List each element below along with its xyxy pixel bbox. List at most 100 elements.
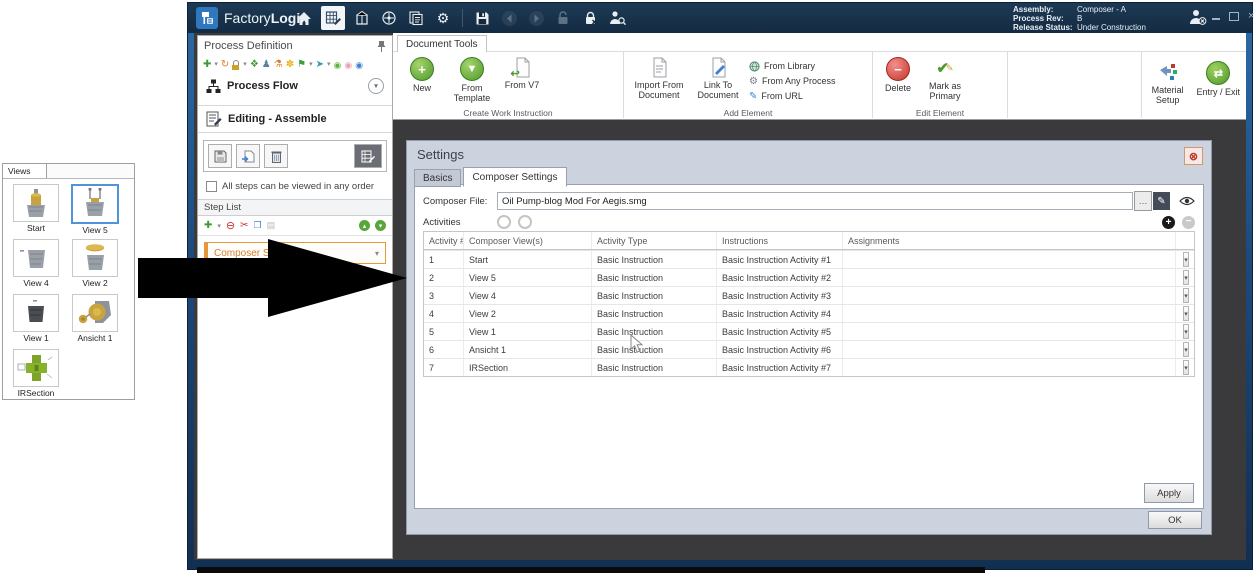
new-button[interactable]: + New <box>397 53 447 93</box>
table-row[interactable]: 1 Start Basic Instruction Basic Instruct… <box>424 250 1194 268</box>
view-thumbnail-view2[interactable]: View 2 <box>69 239 121 288</box>
documents-icon[interactable] <box>406 8 426 28</box>
col-activity-type[interactable]: Activity Type <box>592 232 717 249</box>
from-url-button[interactable]: ✎ From URL <box>749 90 841 103</box>
view-thumbnail-view1[interactable]: View 1 <box>10 294 62 343</box>
add-process-icon[interactable]: ✚ <box>203 60 211 70</box>
order-checkbox[interactable] <box>206 181 217 192</box>
user-search-icon[interactable] <box>607 8 627 28</box>
add-step-icon[interactable]: ✚ <box>204 220 212 231</box>
preview-file-button[interactable] <box>1179 196 1195 206</box>
status-green-icon[interactable]: ◉ <box>334 60 342 70</box>
tab-composer-settings[interactable]: Composer Settings <box>463 167 566 187</box>
flag-icon[interactable]: ⚑ <box>297 60 306 70</box>
edit-grid-icon <box>361 150 375 163</box>
delete-button[interactable]: − Delete <box>877 53 919 93</box>
view-thumbnail-ansicht1[interactable]: Ansicht 1 <box>69 294 121 343</box>
col-assignments[interactable]: Assignments <box>843 232 1176 249</box>
process-flow-item[interactable]: Process Flow ▾ <box>198 73 392 99</box>
table-row[interactable]: 2 View 5 Basic Instruction Basic Instruc… <box>424 268 1194 286</box>
view-thumbnail-view4[interactable]: View 4 <box>10 239 62 288</box>
user-logout-icon[interactable] <box>1188 8 1208 31</box>
view-thumbnail-irsection[interactable]: IRSection <box>10 349 62 398</box>
import-step-button[interactable] <box>236 144 260 168</box>
mark-as-primary-button[interactable]: ✔✎ Mark as Primary <box>919 53 971 101</box>
import-from-document-button[interactable]: Import From Document <box>628 53 690 100</box>
flower-icon[interactable]: ✽ <box>286 60 294 70</box>
close-button[interactable]: × <box>1248 11 1254 21</box>
expand-steps-icon[interactable]: ▾ <box>375 220 386 231</box>
browse-file-button[interactable]: … <box>1134 191 1152 211</box>
delete-step-button[interactable] <box>264 144 288 168</box>
save-icon[interactable] <box>472 8 492 28</box>
settings-gear-icon[interactable]: ⚙ <box>433 8 453 28</box>
col-activity-number[interactable]: Activity # <box>424 232 464 249</box>
editing-assemble-item[interactable]: Editing - Assemble <box>198 105 392 133</box>
operator-icon[interactable]: ♟ <box>262 60 271 70</box>
save-step-button[interactable] <box>208 144 232 168</box>
status-pink-icon[interactable]: ◉ <box>344 60 352 70</box>
assignments-dropdown-button[interactable]: ▾ <box>1183 324 1189 339</box>
remove-step-icon[interactable]: ⊖ <box>226 219 235 232</box>
production-icon[interactable] <box>352 8 372 28</box>
from-any-process-button[interactable]: ⚙ From Any Process <box>749 75 841 88</box>
forward-icon[interactable] <box>526 8 546 28</box>
apply-button[interactable]: Apply <box>1144 483 1194 503</box>
settings-close-button[interactable]: ⊗ <box>1184 147 1203 165</box>
puzzle-icon[interactable]: ❖ <box>250 60 259 70</box>
tab-views[interactable]: Views <box>3 164 47 178</box>
activity-move-down-icon[interactable] <box>518 215 532 229</box>
collapse-flow-icon[interactable]: ▾ <box>368 78 384 94</box>
paste-step-icon[interactable]: ▤ <box>267 220 276 231</box>
unlock-icon[interactable] <box>553 8 573 28</box>
cut-step-icon[interactable]: ✂ <box>240 220 248 231</box>
table-row[interactable]: 4 View 2 Basic Instruction Basic Instruc… <box>424 304 1194 322</box>
assignments-dropdown-button[interactable]: ▾ <box>1183 252 1189 267</box>
assignments-dropdown-button[interactable]: ▾ <box>1183 270 1189 285</box>
redo-icon[interactable]: ↻ <box>221 60 229 70</box>
assignments-dropdown-button[interactable]: ▾ <box>1183 306 1189 321</box>
group-label: Create Work Instruction <box>393 108 623 118</box>
route-icon[interactable]: ➤ <box>316 60 324 70</box>
edit-work-instruction-button[interactable] <box>354 144 382 168</box>
home-icon[interactable] <box>294 8 314 28</box>
tab-document-tools[interactable]: Document Tools <box>397 35 487 52</box>
ok-button[interactable]: OK <box>1148 511 1202 529</box>
cell-activity-number: 6 <box>424 341 464 358</box>
status-blue-icon[interactable]: ◉ <box>355 60 363 70</box>
table-row[interactable]: 7 IRSection Basic Instruction Basic Inst… <box>424 358 1194 376</box>
lock-icon[interactable] <box>232 60 240 70</box>
copy-step-icon[interactable]: ❐ <box>254 220 262 231</box>
collapse-steps-icon[interactable]: ▴ <box>359 220 370 231</box>
lock-close-icon[interactable] <box>580 8 600 28</box>
back-icon[interactable] <box>499 8 519 28</box>
table-row[interactable]: 3 View 4 Basic Instruction Basic Instruc… <box>424 286 1194 304</box>
link-to-document-button[interactable]: Link To Document <box>690 53 746 100</box>
add-activity-button[interactable]: + <box>1162 216 1175 229</box>
from-library-button[interactable]: From Library <box>749 60 841 73</box>
material-setup-button[interactable]: Material Setup <box>1145 57 1191 118</box>
entry-exit-button[interactable]: ⇄ Entry / Exit <box>1193 57 1243 118</box>
assignments-dropdown-button[interactable]: ▾ <box>1183 288 1189 303</box>
composer-file-input[interactable] <box>497 192 1133 210</box>
edit-file-button[interactable]: ✎ <box>1153 192 1170 210</box>
pin-icon[interactable] <box>377 41 386 52</box>
col-instructions[interactable]: Instructions <box>717 232 843 249</box>
flask-icon[interactable]: ⚗ <box>274 60 283 70</box>
navigation-icon[interactable] <box>379 8 399 28</box>
assignments-dropdown-button[interactable]: ▾ <box>1183 342 1189 357</box>
assignments-dropdown-button[interactable]: ▾ <box>1183 360 1189 375</box>
col-composer-views[interactable]: Composer View(s) <box>464 232 592 249</box>
table-row[interactable]: 5 View 1 Basic Instruction Basic Instruc… <box>424 322 1194 340</box>
tab-basics[interactable]: Basics <box>414 169 461 187</box>
restore-button[interactable] <box>1229 12 1239 21</box>
from-template-button[interactable]: ▼ From Template <box>447 53 497 103</box>
table-row[interactable]: 6 Ansicht 1 Basic Instruction Basic Inst… <box>424 340 1194 358</box>
remove-activity-button[interactable]: − <box>1182 216 1195 229</box>
view-thumbnail-view5[interactable]: View 5 <box>69 184 121 235</box>
work-instructions-icon[interactable] <box>321 6 345 30</box>
activity-move-up-icon[interactable] <box>497 215 511 229</box>
view-thumbnail-start[interactable]: Start <box>10 184 62 233</box>
minimize-button[interactable] <box>1212 18 1220 20</box>
from-v7-button[interactable]: ↩ From V7 <box>497 53 547 90</box>
